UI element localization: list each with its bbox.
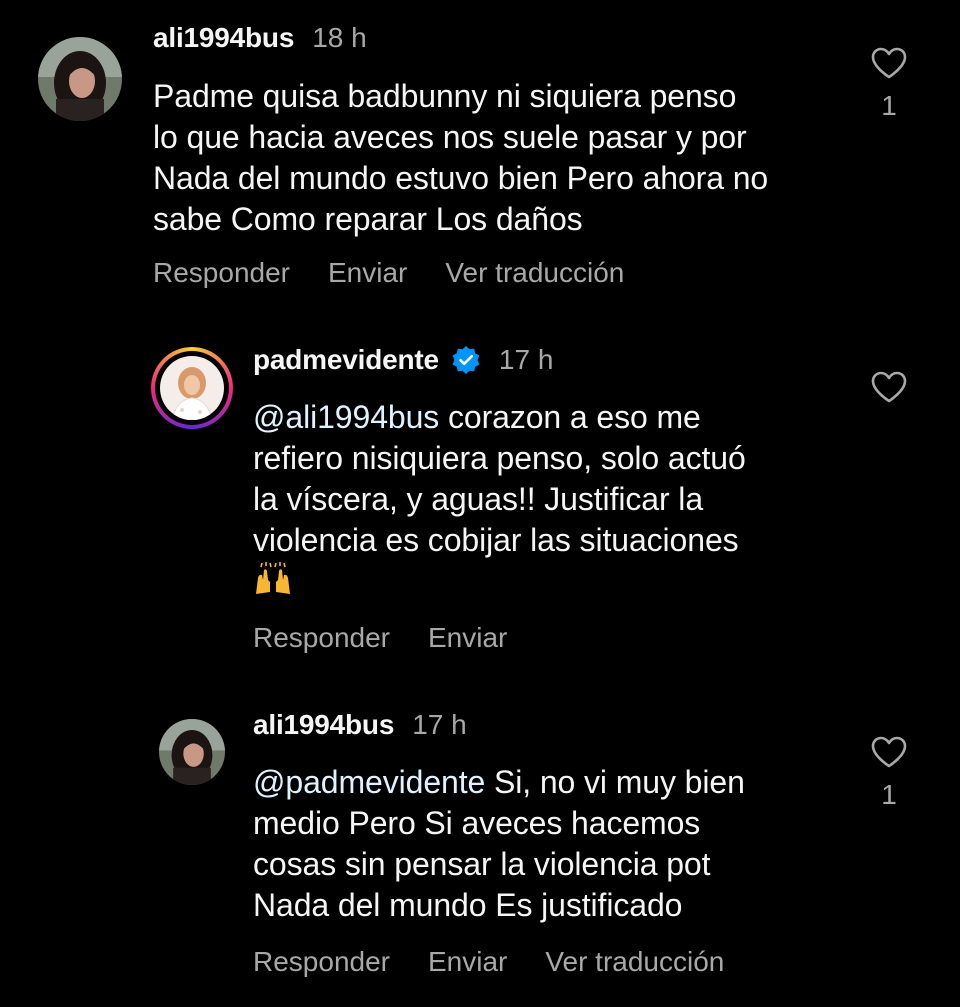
username[interactable]: padmevidente xyxy=(253,344,439,376)
avatar[interactable] xyxy=(38,37,122,121)
see-translation-button[interactable]: Ver traducción xyxy=(445,257,624,289)
mention-link[interactable]: @padmevidente xyxy=(253,764,485,800)
timestamp: 17 h xyxy=(498,344,554,375)
comment-text: Padme quisa badbunny ni siquiera penso l… xyxy=(153,78,769,237)
send-button[interactable]: Enviar xyxy=(428,946,507,978)
heart-icon[interactable] xyxy=(870,46,908,80)
timestamp: 18 h xyxy=(312,22,367,53)
user-avatar-image xyxy=(159,719,225,785)
heart-icon[interactable] xyxy=(870,735,908,769)
user-avatar-image xyxy=(38,37,122,121)
like-count: 1 xyxy=(881,90,897,121)
username[interactable]: ali1994bus xyxy=(253,709,394,741)
creator-avatar-image xyxy=(160,356,224,420)
heart-icon[interactable] xyxy=(870,370,908,404)
send-button[interactable]: Enviar xyxy=(328,257,407,289)
send-button[interactable]: Enviar xyxy=(428,622,507,654)
reply-button[interactable]: Responder xyxy=(253,622,390,654)
like-count: 1 xyxy=(881,779,897,810)
timestamp: 17 h xyxy=(412,709,467,740)
mention-link[interactable]: @ali1994bus xyxy=(253,399,439,435)
story-ring-avatar[interactable] xyxy=(151,347,233,429)
see-translation-button[interactable]: Ver traducción xyxy=(545,946,724,978)
reply-button[interactable]: Responder xyxy=(153,257,290,289)
avatar[interactable] xyxy=(159,719,225,785)
username[interactable]: ali1994bus xyxy=(153,22,294,54)
raising-hands-emoji xyxy=(256,562,290,594)
reply-button[interactable]: Responder xyxy=(253,946,390,978)
verified-badge-icon xyxy=(452,346,480,374)
